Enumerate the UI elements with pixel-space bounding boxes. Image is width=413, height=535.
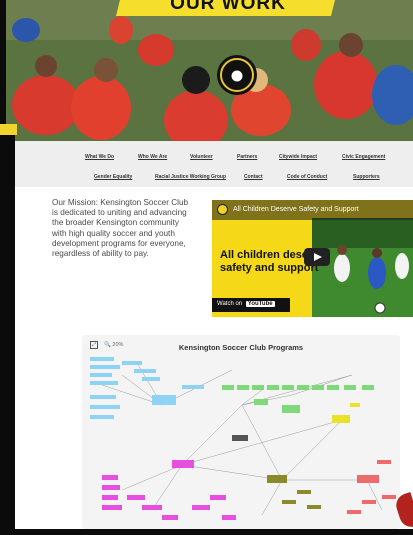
watch-on-label: Watch on: [217, 301, 243, 307]
channel-avatar[interactable]: [217, 204, 228, 215]
yellow-accent-tab: [0, 124, 17, 135]
watch-on-youtube-button[interactable]: Watch on YouTube: [212, 298, 290, 312]
team-photo: [6, 0, 413, 141]
nav-link-who-we-are[interactable]: Who We Are: [138, 154, 167, 160]
nav-link-code-of-conduct[interactable]: Code of Conduct: [287, 174, 327, 180]
video-title[interactable]: All Children Deserve Safety and Support: [233, 206, 359, 213]
nav-link-what-we-do[interactable]: What We Do: [85, 154, 114, 160]
mission-statement: Our Mission: Kensington Soccer Club is d…: [52, 198, 189, 259]
nav-link-volunteer[interactable]: Volunteer: [190, 154, 213, 160]
club-logo: [217, 55, 257, 95]
nav-link-partners[interactable]: Partners: [237, 154, 257, 160]
website-panel: What We Do Who We Are Volunteer Partners…: [15, 141, 413, 529]
page-title: OUR WORK: [170, 0, 286, 14]
nav-link-gender-equality[interactable]: Gender Equality: [94, 174, 132, 180]
youtube-video-embed[interactable]: All Children Deserve Safety and Support …: [212, 200, 413, 317]
play-button[interactable]: [304, 248, 330, 266]
slide-canvas: OUR WORK What We Do Who We Are Volunteer…: [0, 0, 413, 535]
site-navigation: What We Do Who We Are Volunteer Partners…: [15, 141, 413, 187]
mind-map-diagram: [90, 357, 396, 520]
mind-map-title: Kensington Soccer Club Programs: [178, 343, 304, 352]
nav-link-contact[interactable]: Contact: [244, 174, 263, 180]
nav-link-racial-justice[interactable]: Racial Justice Working Group: [155, 174, 226, 180]
nav-link-civic-engagement[interactable]: Civic Engagement: [342, 154, 385, 160]
frame-bottom-border: [15, 529, 413, 535]
programs-mind-map[interactable]: ⤢ 🔍 20% Kensington Soccer Club Programs: [82, 335, 400, 529]
team-photo-illustration: [6, 0, 413, 141]
nav-link-supporters[interactable]: Supporters: [353, 174, 380, 180]
frame-left-border: [0, 130, 15, 535]
nav-link-citywide-impact[interactable]: Citywide Impact: [279, 154, 317, 160]
youtube-logo: YouTube: [245, 301, 275, 307]
